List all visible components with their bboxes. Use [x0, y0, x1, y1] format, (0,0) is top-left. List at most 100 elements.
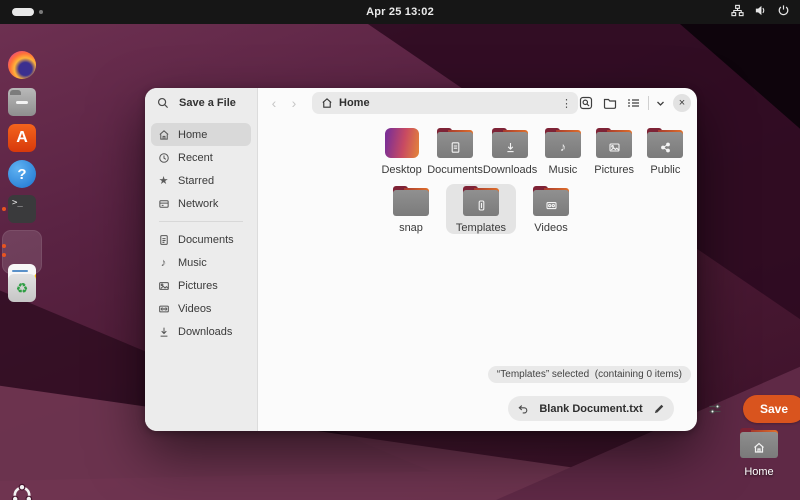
view-list-button[interactable]	[622, 91, 646, 115]
folder-item-music[interactable]: ♪ Music	[537, 126, 588, 176]
toolbar-separator	[648, 96, 649, 110]
dialog-main: ‹ › Home ⋮ ×	[258, 88, 697, 431]
folder-item-videos[interactable]: Videos	[516, 184, 586, 234]
sidebar-item-documents[interactable]: Documents	[151, 228, 251, 251]
close-button[interactable]: ×	[673, 94, 691, 112]
files-app-icon[interactable]	[8, 88, 36, 116]
path-bar[interactable]: Home ⋮	[312, 92, 578, 114]
sidebar-item-downloads[interactable]: Downloads	[151, 320, 251, 343]
top-bar: Apr 25 13:02	[0, 0, 800, 24]
clock-icon	[157, 152, 170, 164]
sidebar-item-label: Network	[178, 198, 218, 210]
home-folder-icon	[739, 428, 779, 458]
filename-field[interactable]: Blank Document.txt	[508, 396, 674, 421]
help-app-icon[interactable]: ?	[8, 160, 36, 188]
app-center-letter: A	[16, 129, 28, 147]
sidebar-item-home[interactable]: Home	[151, 123, 251, 146]
show-apps-ubuntu-logo-icon[interactable]	[9, 482, 35, 500]
view-options-chevron-button[interactable]	[651, 91, 669, 115]
dialog-header: ‹ › Home ⋮ ×	[258, 88, 697, 118]
sidebar-item-label: Starred	[178, 175, 214, 187]
system-tray[interactable]	[731, 4, 790, 17]
folder-item-pictures[interactable]: Pictures	[589, 126, 640, 176]
sidebar-list: Home Recent ★ Starred Network Docume	[145, 118, 257, 348]
folder-icon	[595, 128, 633, 158]
folder-label: Music	[537, 164, 588, 176]
home-icon	[157, 129, 170, 141]
document-icon	[157, 234, 170, 246]
app-center-icon[interactable]: A	[8, 124, 36, 152]
folder-label: Documents	[427, 164, 483, 176]
terminal-prompt-icon: >_	[12, 198, 23, 208]
dialog-title: Save a File	[179, 97, 236, 109]
forward-button[interactable]: ›	[284, 95, 304, 111]
question-mark-icon: ?	[17, 166, 26, 183]
sidebar-item-videos[interactable]: Videos	[151, 297, 251, 320]
folder-item-snap[interactable]: snap	[376, 184, 446, 234]
folder-icon	[392, 186, 430, 216]
sidebar-item-recent[interactable]: Recent	[151, 146, 251, 169]
sidebar-item-network[interactable]: Network	[151, 192, 251, 215]
home-emblem-icon	[739, 436, 779, 458]
running-indicator-dot	[2, 253, 6, 257]
folder-item-desktop[interactable]: Desktop	[376, 126, 427, 176]
terminal-app-icon[interactable]: >_	[8, 195, 36, 223]
sidebar-item-label: Downloads	[178, 326, 232, 338]
trash-icon[interactable]: ♻	[8, 274, 36, 302]
undo-icon[interactable]	[517, 403, 529, 415]
search-icon[interactable]	[157, 97, 169, 109]
folder-label: snap	[376, 222, 446, 234]
folder-item-templates-selected[interactable]: Templates	[446, 184, 516, 234]
edit-pencil-icon[interactable]	[653, 403, 665, 415]
volume-icon	[754, 4, 767, 17]
sidebar-item-label: Recent	[178, 152, 213, 164]
firefox-icon[interactable]	[8, 51, 36, 79]
folder-label: Videos	[516, 222, 586, 234]
file-format-options-button[interactable]	[706, 400, 724, 418]
network-icon	[157, 198, 170, 210]
share-emblem-icon	[646, 136, 684, 158]
folder-item-public[interactable]: Public	[640, 126, 691, 176]
folder-icon: ♪	[544, 128, 582, 158]
sidebar-item-label: Home	[178, 129, 207, 141]
music-emblem-icon: ♪	[544, 136, 582, 158]
dock: A ? >_ ♻	[0, 24, 44, 500]
file-grid: Desktop Documents Downloads	[376, 126, 691, 234]
grid-row: Desktop Documents Downloads	[376, 126, 691, 176]
folder-icon	[436, 128, 474, 158]
sidebar-item-label: Pictures	[178, 280, 218, 292]
star-icon: ★	[157, 174, 170, 187]
folder-icon	[491, 128, 529, 158]
filename-value[interactable]: Blank Document.txt	[529, 403, 653, 415]
folder-label: Downloads	[483, 164, 537, 176]
back-button[interactable]: ‹	[264, 95, 284, 111]
desktop-home-folder[interactable]: Home	[736, 428, 782, 478]
download-icon	[157, 326, 170, 338]
running-indicator-dot	[2, 244, 6, 248]
folder-icon	[462, 186, 500, 216]
desktop-folder-icon	[385, 128, 419, 158]
path-location-label: Home	[339, 97, 555, 109]
sidebar-item-starred[interactable]: ★ Starred	[151, 169, 251, 192]
picture-icon	[157, 280, 170, 292]
template-emblem-icon	[462, 194, 500, 216]
editor-paper-line	[12, 270, 28, 272]
sidebar-item-music[interactable]: ♪ Music	[151, 251, 251, 274]
clock[interactable]: Apr 25 13:02	[0, 6, 800, 18]
folder-item-downloads[interactable]: Downloads	[483, 126, 537, 176]
sidebar-item-label: Videos	[178, 303, 211, 315]
sidebar-item-label: Music	[178, 257, 207, 269]
dialog-footer: Blank Document.txt Save	[258, 391, 697, 431]
video-emblem-icon	[532, 194, 570, 216]
search-folder-button[interactable]	[574, 91, 598, 115]
dialog-sidebar: Save a File Home Recent ★ Starred Networ	[145, 88, 258, 431]
folder-item-documents[interactable]: Documents	[427, 126, 483, 176]
power-icon	[777, 4, 790, 17]
sidebar-item-pictures[interactable]: Pictures	[151, 274, 251, 297]
path-menu-button[interactable]: ⋮	[561, 97, 572, 110]
folder-label: Pictures	[589, 164, 640, 176]
save-button[interactable]: Save	[743, 395, 800, 423]
new-folder-button[interactable]	[598, 91, 622, 115]
download-emblem-icon	[491, 136, 529, 158]
desktop-home-label: Home	[736, 466, 782, 478]
